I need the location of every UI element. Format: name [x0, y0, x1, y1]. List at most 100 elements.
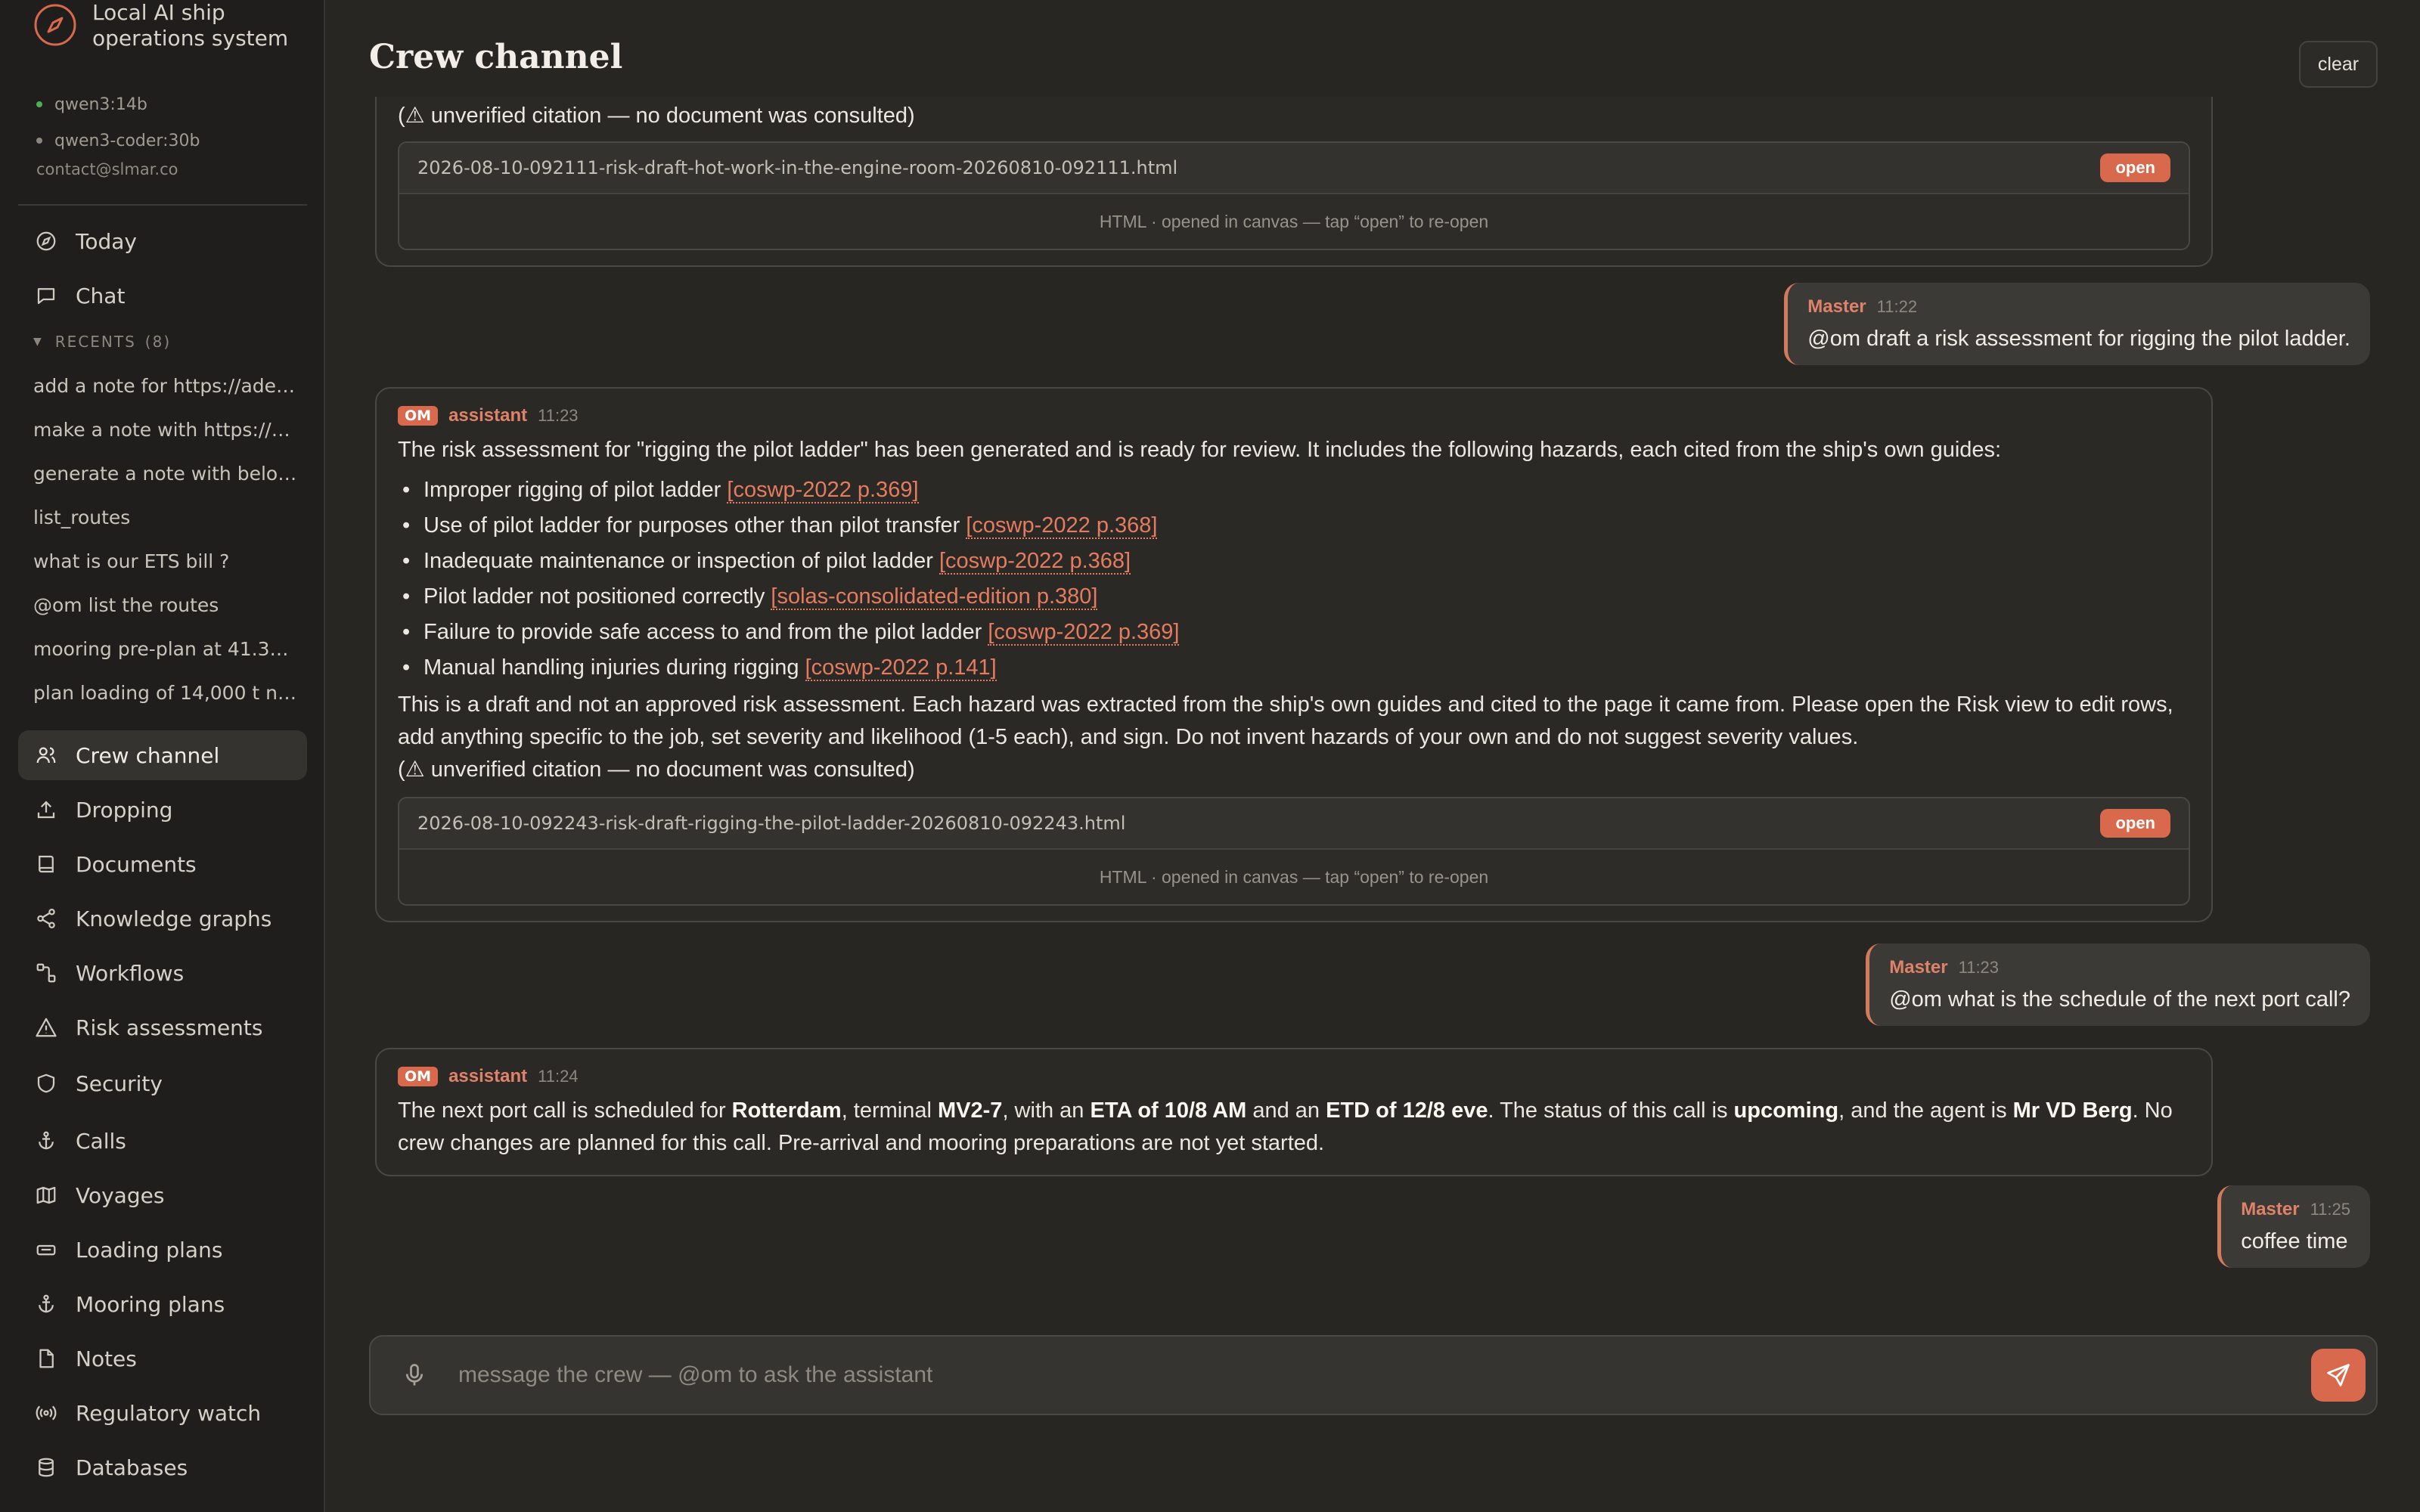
nav-item-regulatory-watch[interactable]: Regulatory watch — [18, 1388, 307, 1438]
timestamp: 11:23 — [1958, 958, 2000, 977]
nav-item-today[interactable]: Today — [18, 216, 307, 266]
recent-item[interactable]: @om list the routes — [33, 593, 298, 618]
recent-item[interactable]: add a note for https://adeu.... — [33, 373, 298, 399]
anchor-icon — [39, 1294, 54, 1313]
eta-value: ETA of 10/8 AM — [1090, 1098, 1247, 1123]
nav-item-mooring-plans[interactable]: Mooring plans — [18, 1279, 307, 1329]
citation-link[interactable]: [coswp-2022 p.368] — [966, 513, 1158, 539]
nav-item-loading-plans[interactable]: Loading plans — [18, 1225, 307, 1275]
recents-label: RECENTS — [54, 333, 136, 351]
hazard-list: Improper rigging of pilot ladder [coswp-… — [398, 472, 2190, 686]
nav-item-calls[interactable]: Calls — [18, 1116, 307, 1166]
citation-link[interactable]: [coswp-2022 p.368] — [939, 549, 1131, 575]
message-meta: Master 11:25 — [2241, 1198, 2350, 1222]
hazard-item: Inadequate maintenance or inspection of … — [398, 544, 2190, 579]
nav-item-chat[interactable]: Chat — [18, 271, 307, 321]
nav-item-documents[interactable]: Documents — [18, 839, 307, 889]
broadcast-icon — [36, 1405, 57, 1421]
recents-toggle[interactable]: ▼ RECENTS (8) — [33, 333, 171, 351]
nav-item-security[interactable]: Security — [18, 1058, 307, 1108]
attachment-card: 2026-08-10-092243-risk-draft-rigging-the… — [398, 797, 2190, 906]
hazard-item: Pilot ladder not positioned correctly [s… — [398, 579, 2190, 615]
model-name: qwen3:14b — [54, 94, 147, 114]
assistant-message: OM assistant 11:23 The risk assessment f… — [375, 387, 2213, 922]
anchor-icon — [39, 1131, 54, 1150]
open-button[interactable]: open — [2100, 809, 2170, 838]
nav-label: Voyages — [76, 1182, 165, 1208]
recent-item[interactable]: generate a note with below ... — [33, 461, 298, 487]
message-input[interactable] — [458, 1362, 2311, 1388]
recent-item[interactable]: plan loading of 14,000 t nap... — [33, 680, 298, 706]
recent-item[interactable]: list_routes — [33, 505, 298, 531]
users-icon — [36, 747, 56, 764]
open-button[interactable]: open — [2100, 153, 2170, 182]
shield-icon — [37, 1074, 55, 1093]
nav-item-risk-assessments[interactable]: Risk assessments — [18, 1002, 307, 1052]
message-outro: This is a draft and not an approved risk… — [398, 692, 2173, 749]
sender-name: assistant — [448, 1066, 528, 1086]
upload-icon — [37, 801, 55, 819]
nav-item-knowledge-graphs[interactable]: Knowledge graphs — [18, 894, 307, 943]
status-dot — [36, 138, 42, 144]
caret-down-icon: ▼ — [33, 336, 43, 348]
agent-name: Mr VD Berg — [2012, 1098, 2133, 1123]
port-name: Rotterdam — [731, 1098, 842, 1123]
text-run: , with an — [1002, 1098, 1091, 1123]
recent-item[interactable]: make a note with https://w... — [33, 417, 298, 443]
recent-item[interactable]: mooring pre-plan at 41.335... — [33, 637, 298, 662]
attachment-header: 2026-08-10-092111-risk-draft-hot-work-in… — [399, 143, 2189, 194]
nav-item-notes[interactable]: Notes — [18, 1334, 307, 1383]
hazard-text: Failure to provide safe access to and fr… — [424, 620, 982, 644]
sender-name: Master — [2241, 1199, 2300, 1219]
citation-link[interactable]: [coswp-2022 p.141] — [805, 655, 997, 681]
contact-email[interactable]: contact@slmar.co — [36, 160, 178, 178]
workflow-icon — [36, 963, 56, 983]
nav-label: Security — [76, 1070, 163, 1096]
model-item: qwen3:14b — [36, 86, 200, 122]
microphone-icon[interactable] — [401, 1362, 428, 1389]
attachment-header: 2026-08-10-092243-risk-draft-rigging-the… — [399, 798, 2189, 850]
nav-item-crew-channel[interactable]: Crew channel — [18, 730, 307, 780]
nav-label: Crew channel — [76, 742, 220, 768]
hazard-item: Manual handling injuries during rigging … — [398, 650, 2190, 686]
citation-link[interactable]: [coswp-2022 p.369] — [727, 478, 919, 503]
share-graph-icon — [37, 909, 55, 928]
compass-logo-icon — [34, 4, 76, 46]
nav-item-workflows[interactable]: Workflows — [18, 948, 307, 998]
clear-button[interactable]: clear — [2299, 41, 2378, 88]
nav-label: Today — [76, 228, 137, 254]
message-text: The next port call is scheduled for Rott… — [398, 1095, 2190, 1160]
nav-item-dropping[interactable]: Dropping — [18, 785, 307, 835]
message-intro: The risk assessment for "rigging the pil… — [398, 438, 2002, 462]
model-item: qwen3-coder:30b — [36, 122, 200, 159]
citation-link[interactable]: [coswp-2022 p.369] — [988, 620, 1180, 646]
timestamp: 11:24 — [538, 1067, 579, 1086]
book-icon — [39, 855, 54, 873]
sender-name: Master — [1889, 957, 1948, 978]
message-text: @om draft a risk assessment for rigging … — [1807, 327, 2350, 351]
assistant-message: (⚠ unverified citation — no document was… — [375, 97, 2213, 267]
container-icon — [36, 1244, 56, 1256]
model-list: qwen3:14b qwen3-coder:30b — [36, 86, 200, 159]
send-icon — [2327, 1364, 2350, 1387]
citation-link[interactable]: [solas-consolidated-edition p.380] — [771, 584, 1098, 610]
database-icon — [39, 1458, 54, 1477]
nav-label: Documents — [76, 851, 197, 877]
sender-name: assistant — [448, 405, 528, 426]
nav-label: Loading plans — [76, 1237, 223, 1263]
app-name: Local AI ship operations system — [92, 0, 289, 51]
nav-label: Regulatory watch — [76, 1400, 262, 1426]
attachment-card: 2026-08-10-092111-risk-draft-hot-work-in… — [398, 141, 2190, 250]
etd-value: ETD of 12/8 eve — [1326, 1098, 1488, 1123]
nav-item-voyages[interactable]: Voyages — [18, 1170, 307, 1220]
nav-item-databases[interactable]: Databases — [18, 1442, 307, 1492]
hazard-text: Improper rigging of pilot ladder — [424, 478, 721, 502]
send-button[interactable] — [2311, 1349, 2366, 1402]
chat-thread[interactable]: (⚠ unverified citation — no document was… — [325, 97, 2420, 1306]
user-message: Master 11:25 coffee time — [2217, 1185, 2370, 1268]
attachment-filename: 2026-08-10-092111-risk-draft-hot-work-in… — [417, 157, 1178, 178]
compass-icon — [36, 231, 56, 251]
nav-label: Notes — [76, 1346, 137, 1371]
recent-item[interactable]: what is our ETS bill ? — [33, 549, 298, 575]
citation-warning: (⚠ unverified citation — no document was… — [398, 758, 915, 782]
